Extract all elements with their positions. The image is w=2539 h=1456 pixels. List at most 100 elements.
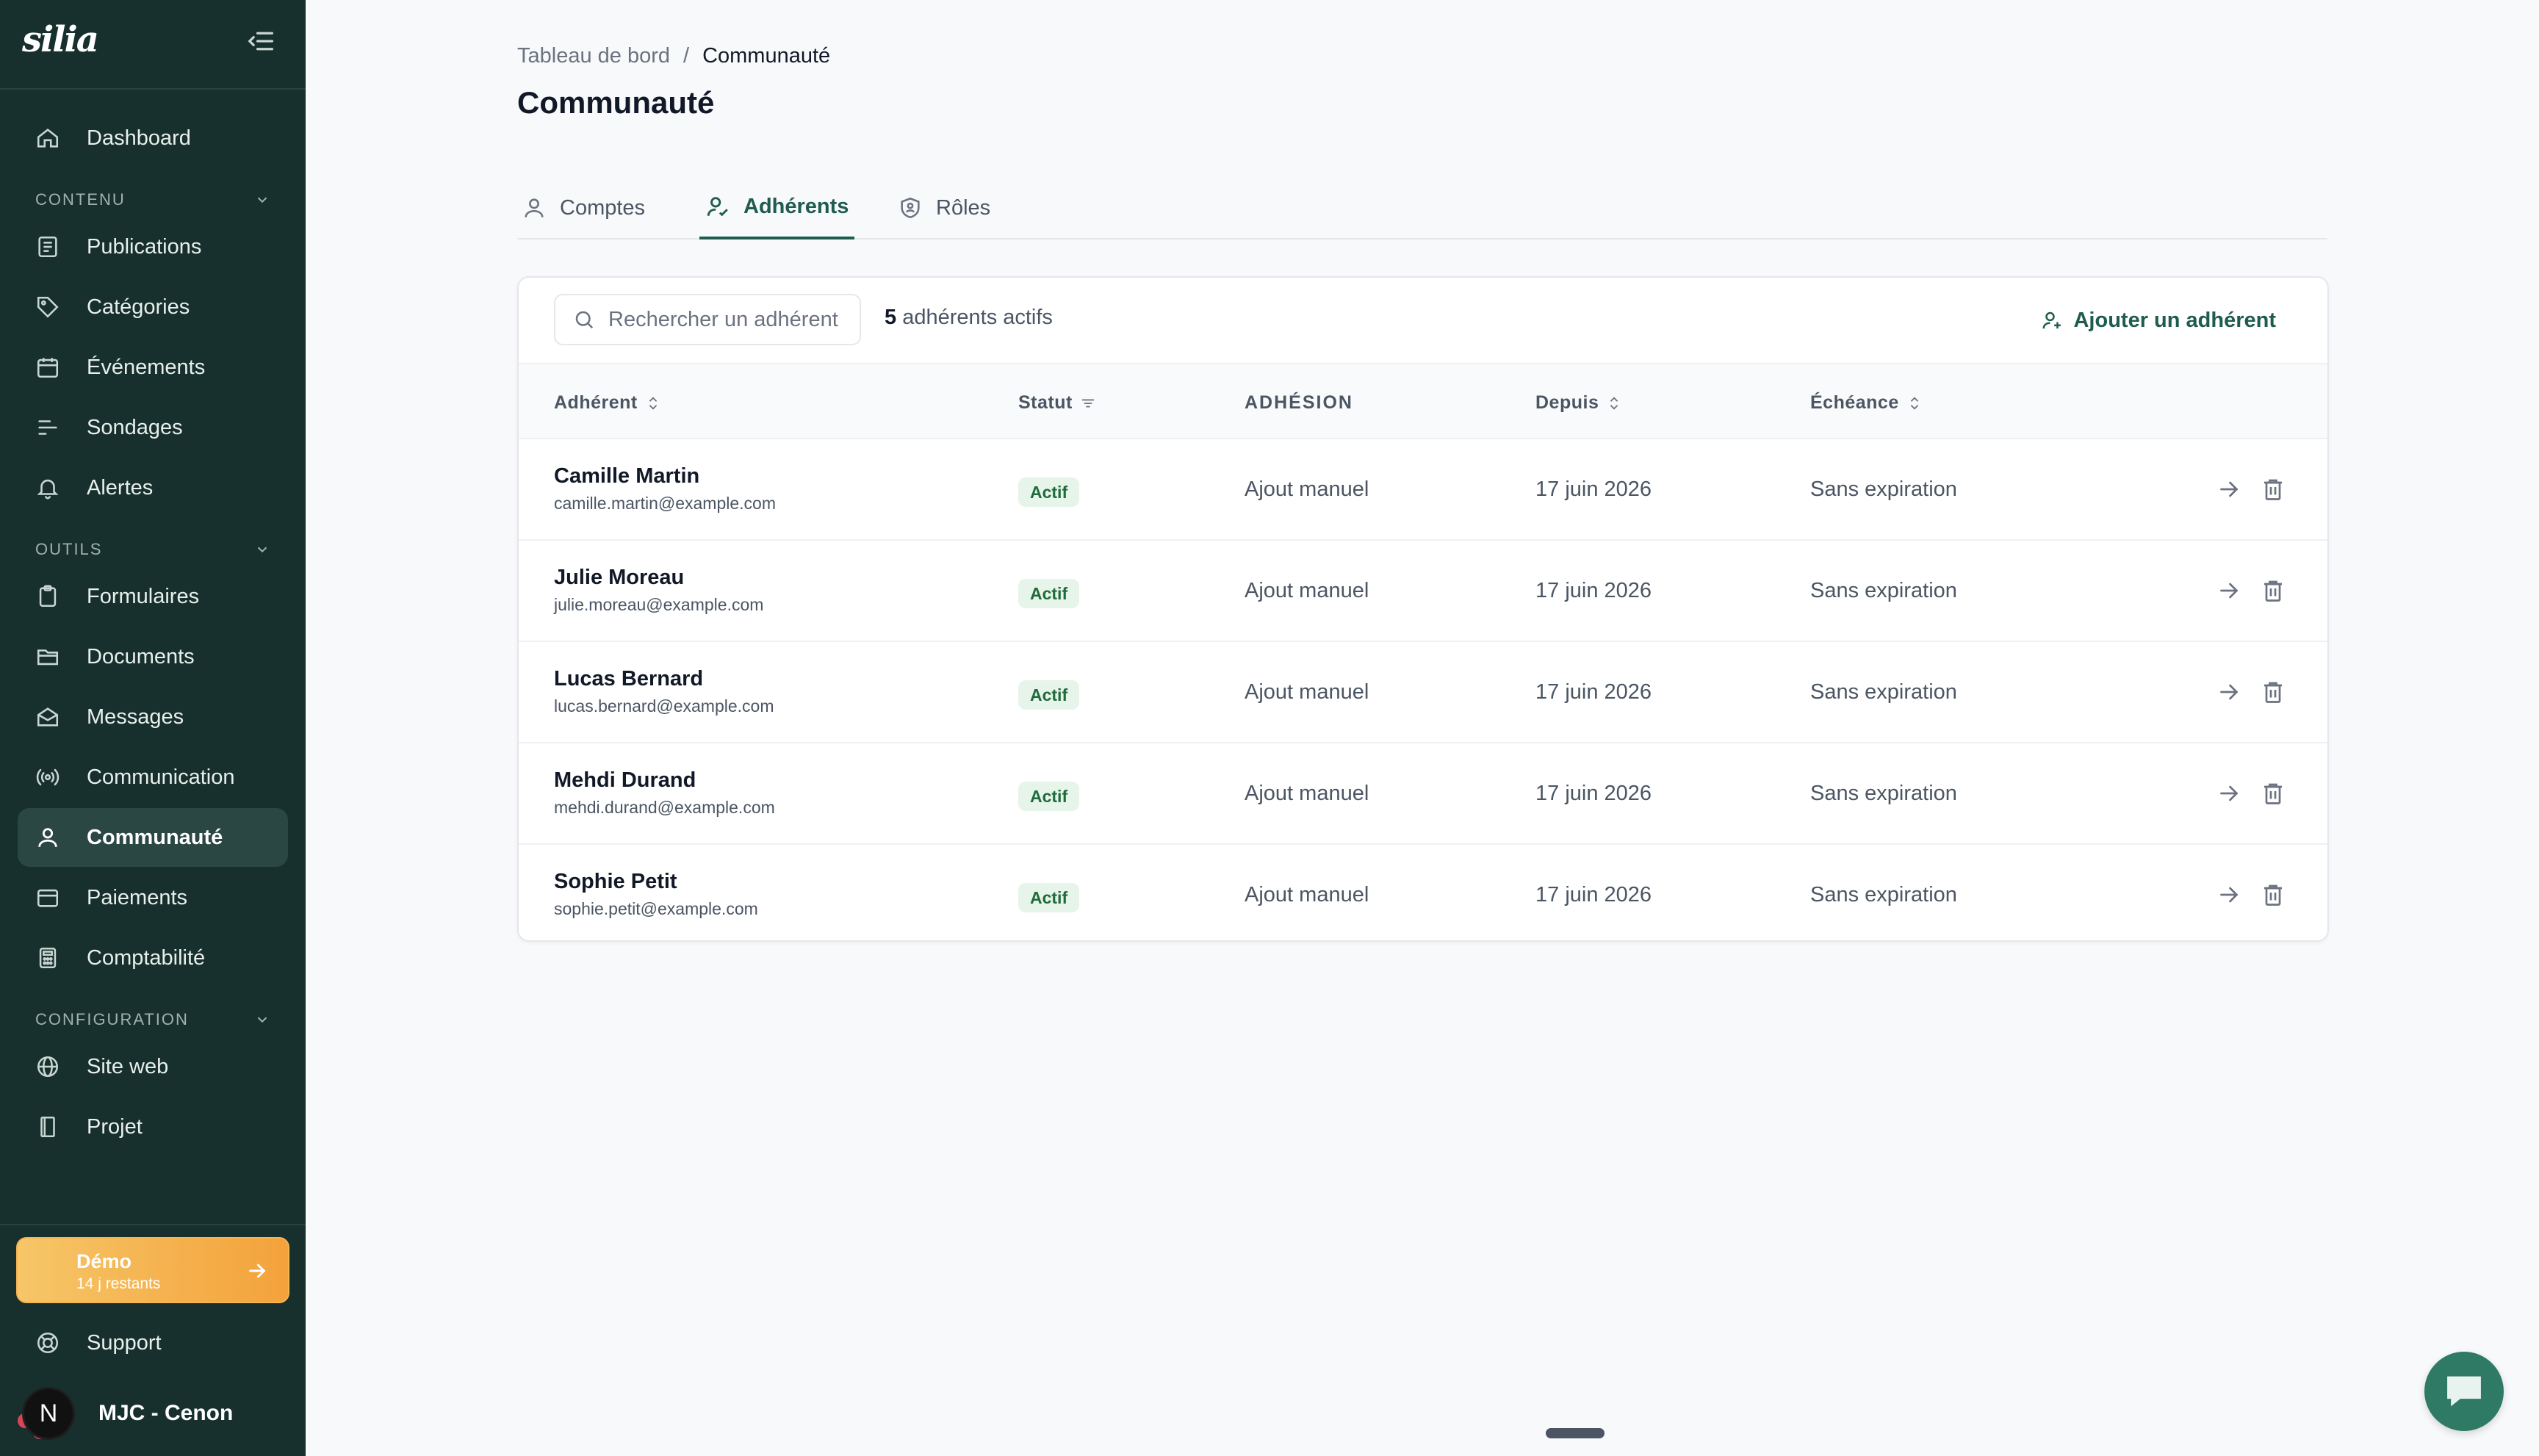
since-cell: 17 juin 2026	[1535, 680, 1652, 704]
breadcrumb-current: Communauté	[702, 44, 831, 68]
sidebar-item-label: Paiements	[87, 885, 188, 909]
column-header-statut[interactable]: Statut	[1018, 392, 1096, 414]
member-email: mehdi.durand@example.com	[554, 798, 775, 817]
member-email: sophie.petit@example.com	[554, 899, 758, 918]
sidebar-item-evenements[interactable]: Événements	[18, 338, 288, 397]
arrow-right-icon[interactable]	[2216, 577, 2242, 604]
tag-icon	[37, 296, 59, 318]
table-row[interactable]: Julie Moreau julie.moreau@example.com Ac…	[519, 539, 2327, 641]
tab-comptes[interactable]: Comptes	[517, 176, 649, 239]
sidebar-item-projet[interactable]: Projet	[18, 1098, 288, 1156]
user-menu[interactable]: N MJC - Cenon	[22, 1384, 287, 1443]
table-row[interactable]: Lucas Bernard lucas.bernard@example.com …	[519, 641, 2327, 742]
arrow-right-icon[interactable]	[2216, 679, 2242, 705]
chat-button[interactable]	[2424, 1352, 2504, 1431]
sidebar-item-label: Site web	[87, 1054, 169, 1078]
breadcrumb: Tableau de bord / Communauté	[517, 44, 830, 68]
column-label: Échéance	[1810, 392, 1899, 413]
trash-icon[interactable]	[2260, 577, 2286, 604]
sidebar-item-sondages[interactable]: Sondages	[18, 398, 288, 457]
status-badge: Actif	[1018, 782, 1080, 811]
sidebar-item-publications[interactable]: Publications	[18, 217, 288, 276]
tab-label: Rôles	[936, 195, 991, 220]
sidebar-item-support[interactable]: Support	[18, 1313, 288, 1372]
adhesion-cell: Ajout manuel	[1245, 782, 1369, 805]
demo-title: Démo	[76, 1250, 132, 1272]
app-logo[interactable]: silia	[22, 19, 99, 60]
sidebar-item-label: Publications	[87, 234, 202, 259]
broadcast-icon	[36, 768, 60, 786]
page-title: Communauté	[517, 85, 715, 120]
arrow-right-icon[interactable]	[2216, 476, 2242, 502]
sidebar-item-messages[interactable]: Messages	[18, 688, 288, 746]
table-row[interactable]: Camille Martin camille.martin@example.co…	[519, 438, 2327, 539]
sort-icon	[1610, 396, 1618, 410]
chevron-down-icon	[257, 197, 267, 203]
active-count-number: 5	[885, 306, 897, 329]
expiry-cell: Sans expiration	[1810, 680, 1957, 704]
poll-icon	[38, 420, 57, 435]
sidebar-collapse-icon[interactable]	[245, 28, 278, 54]
section-outils[interactable]: OUTILS	[35, 536, 270, 563]
chat-icon	[2447, 1376, 2481, 1407]
trash-icon[interactable]	[2260, 780, 2286, 807]
sidebar-item-formulaires[interactable]: Formulaires	[18, 567, 288, 626]
search-field[interactable]	[554, 294, 861, 345]
tab-adherents[interactable]: Adhérents	[699, 176, 855, 239]
column-label: ADHÉSION	[1245, 392, 1353, 413]
sidebar: silia Dashboard CONTENU Publications Cat…	[0, 0, 306, 1456]
column-header-adherent[interactable]: Adhérent	[554, 392, 661, 414]
section-label: CONFIGURATION	[35, 1010, 189, 1028]
demo-banner[interactable]: Démo 14 j restants	[16, 1237, 289, 1303]
sidebar-item-communaute[interactable]: Communauté	[18, 808, 288, 867]
trash-icon[interactable]	[2260, 882, 2286, 908]
filter-icon	[1081, 399, 1095, 407]
sidebar-item-documents[interactable]: Documents	[18, 627, 288, 686]
section-label: CONTENU	[35, 190, 126, 209]
resize-handle[interactable]	[1546, 1428, 1605, 1438]
add-member-button[interactable]: Ajouter un adhérent	[2041, 300, 2276, 341]
lifebuoy-icon	[37, 1332, 59, 1354]
sort-icon	[1910, 396, 1918, 410]
add-member-label: Ajouter un adhérent	[2073, 308, 2276, 332]
table-row[interactable]: Sophie Petit sophie.petit@example.com Ac…	[519, 843, 2327, 940]
column-header-echeance[interactable]: Échéance	[1810, 392, 1923, 414]
clipboard-icon	[39, 585, 57, 608]
shield-user-icon	[901, 197, 920, 219]
breadcrumb-parent-link[interactable]: Tableau de bord	[517, 44, 670, 68]
expiry-cell: Sans expiration	[1810, 579, 1957, 602]
user-plus-icon	[2042, 311, 2061, 329]
trash-icon[interactable]	[2260, 679, 2286, 705]
section-contenu[interactable]: CONTENU	[35, 187, 270, 213]
sidebar-item-comptabilite[interactable]: Comptabilité	[18, 929, 288, 987]
sidebar-item-dashboard[interactable]: Dashboard	[18, 109, 288, 167]
sidebar-item-label: Dashboard	[87, 126, 191, 150]
sidebar-item-label: Alertes	[87, 475, 154, 500]
tab-roles[interactable]: Rôles	[893, 176, 995, 239]
sidebar-item-label: Formulaires	[87, 584, 200, 608]
since-cell: 17 juin 2026	[1535, 477, 1652, 501]
table-row[interactable]: Mehdi Durand mehdi.durand@example.com Ac…	[519, 742, 2327, 843]
main-content: Tableau de bord / Communauté Communauté …	[306, 0, 2539, 1456]
chevron-down-icon	[257, 547, 267, 553]
sidebar-item-paiements[interactable]: Paiements	[18, 868, 288, 927]
member-name: Julie Moreau	[554, 566, 685, 589]
section-configuration[interactable]: CONFIGURATION	[35, 1006, 270, 1033]
sidebar-item-alertes[interactable]: Alertes	[18, 458, 288, 517]
section-label: OUTILS	[35, 540, 103, 558]
trash-icon[interactable]	[2260, 476, 2286, 502]
sidebar-item-label: Projet	[87, 1114, 143, 1139]
sidebar-item-communication[interactable]: Communication	[18, 748, 288, 807]
since-cell: 17 juin 2026	[1535, 883, 1652, 907]
search-input[interactable]	[608, 307, 843, 332]
arrow-right-icon[interactable]	[2216, 780, 2242, 807]
tab-label: Comptes	[560, 195, 646, 220]
column-label: Adhérent	[554, 392, 638, 413]
user-icon	[525, 198, 544, 217]
arrow-right-icon[interactable]	[2216, 882, 2242, 908]
sidebar-item-site-web[interactable]: Site web	[18, 1037, 288, 1096]
column-header-depuis[interactable]: Depuis	[1535, 392, 1622, 414]
arrow-right-icon	[249, 1264, 266, 1278]
status-badge: Actif	[1018, 477, 1080, 507]
sidebar-item-categories[interactable]: Catégories	[18, 278, 288, 336]
